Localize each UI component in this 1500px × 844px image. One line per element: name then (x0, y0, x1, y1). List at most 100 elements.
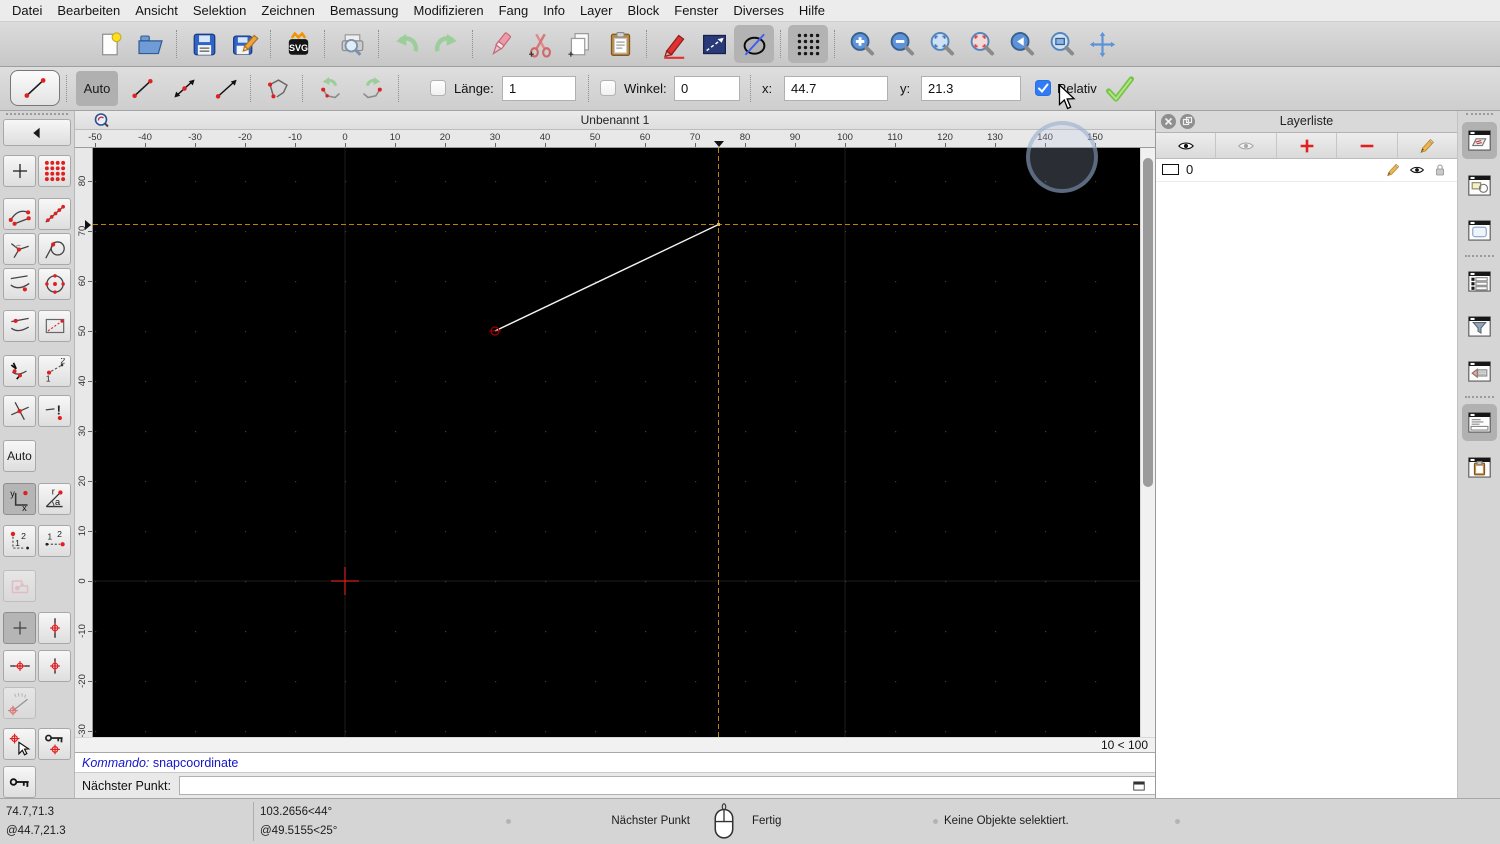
polyline-button[interactable] (258, 72, 298, 105)
angle-input[interactable] (674, 76, 740, 101)
toggle-command-area-button[interactable] (1129, 777, 1149, 794)
zoom-in-button[interactable] (842, 25, 882, 63)
toggle-clipboard-button[interactable] (1462, 449, 1497, 486)
straight-point-button[interactable]: 12 (38, 525, 71, 557)
menu-zeichnen[interactable]: Zeichnen (261, 3, 314, 18)
hide-all-layers-button[interactable] (1216, 133, 1277, 158)
show-all-layers-button[interactable] (1156, 133, 1217, 158)
draw-button[interactable] (654, 25, 694, 63)
snap-reference-button[interactable] (38, 310, 71, 342)
snap-center-button[interactable] (38, 268, 71, 300)
relative-zero-lock-button[interactable] (3, 766, 36, 798)
zoom-auto-button[interactable] (922, 25, 962, 63)
back-button[interactable] (3, 119, 71, 146)
zoom-previous-button[interactable] (1002, 25, 1042, 63)
menu-ansicht[interactable]: Ansicht (135, 3, 178, 18)
undo-button[interactable] (386, 25, 426, 63)
copy-button[interactable] (560, 25, 600, 63)
menu-bemassung[interactable]: Bemassung (330, 3, 399, 18)
snap-grid-button[interactable] (38, 155, 71, 187)
coordinate-polar-button[interactable]: ra (38, 483, 71, 515)
drawing-canvas[interactable] (93, 148, 1140, 737)
length-checkbox[interactable] (430, 80, 446, 96)
snap-endpoints-button[interactable] (3, 198, 36, 230)
restrict-horizontal-button[interactable] (3, 650, 36, 682)
cut-button[interactable] (520, 25, 560, 63)
x-input[interactable] (784, 76, 888, 101)
undo-segment-button[interactable] (310, 72, 350, 105)
y-input[interactable] (921, 76, 1021, 101)
restrict-vertical-alt-button[interactable] (38, 650, 71, 682)
new-file-button[interactable] (90, 25, 130, 63)
vertical-scrollbar[interactable] (1140, 148, 1155, 737)
snap-distance-from-entity-button[interactable] (3, 268, 36, 300)
add-layer-button[interactable] (1277, 133, 1338, 158)
delete-button[interactable] (480, 25, 520, 63)
snap-auto-button[interactable]: Auto (3, 440, 36, 472)
menu-layer[interactable]: Layer (580, 3, 613, 18)
menu-selektion[interactable]: Selektion (193, 3, 246, 18)
scrollbar-thumb[interactable] (1143, 158, 1153, 487)
infinite-line-button[interactable] (164, 72, 204, 105)
save-as-button[interactable] (224, 25, 264, 63)
toggle-views-button[interactable] (1462, 212, 1497, 249)
pan-button[interactable] (1082, 25, 1122, 63)
redo-button[interactable] (426, 25, 466, 63)
layer-row[interactable]: 0 (1156, 159, 1457, 182)
toggle-selection-filter-button[interactable] (1462, 308, 1497, 345)
ray-button[interactable] (206, 72, 246, 105)
layer-lock-button[interactable] (1432, 162, 1448, 178)
corner-point-button[interactable]: 12 (3, 525, 36, 557)
dock-handle[interactable] (1466, 113, 1493, 115)
snap-middle-button[interactable] (3, 310, 36, 342)
lock-relative-zero-button[interactable] (38, 728, 71, 760)
menu-datei[interactable]: Datei (12, 3, 42, 18)
redo-segment-button[interactable] (352, 72, 392, 105)
coordinate-cartesian-button[interactable]: yx (3, 483, 36, 515)
snap-auto-intersection-button[interactable] (3, 355, 36, 387)
restrict-vertical-button[interactable] (38, 612, 71, 644)
snap-intersection-manual-button[interactable]: ! (38, 395, 71, 427)
toggle-property-editor-button[interactable] (1462, 263, 1497, 300)
layer-edit-button[interactable] (1385, 162, 1401, 178)
open-file-button[interactable] (130, 25, 170, 63)
remove-layer-button[interactable] (1337, 133, 1398, 158)
snap-on-entity-button[interactable] (38, 198, 71, 230)
set-relative-zero-button[interactable] (3, 728, 36, 760)
length-input[interactable] (502, 76, 576, 101)
edit-selection-button[interactable] (694, 25, 734, 63)
toggle-grid-button[interactable] (788, 25, 828, 63)
toolbar-handle[interactable] (6, 113, 68, 115)
menu-bearbeiten[interactable]: Bearbeiten (57, 3, 120, 18)
angle-checkbox[interactable] (600, 80, 616, 96)
line-two-points-button[interactable] (122, 72, 162, 105)
restrict-off-button[interactable] (3, 612, 36, 644)
menu-fang[interactable]: Fang (499, 3, 529, 18)
toggle-layer-list-button[interactable] (1462, 122, 1497, 159)
undock-panel-button[interactable] (1180, 113, 1195, 129)
menu-block[interactable]: Block (627, 3, 659, 18)
menu-diverses[interactable]: Diverses (733, 3, 784, 18)
paste-button[interactable] (600, 25, 640, 63)
edit-layer-button[interactable] (1398, 133, 1457, 158)
zoom-window-button[interactable] (1042, 25, 1082, 63)
relative-checkbox[interactable] (1035, 80, 1051, 96)
save-button[interactable] (184, 25, 224, 63)
svg-export-button[interactable]: SVG (278, 25, 318, 63)
current-tool-line-button[interactable] (10, 70, 60, 106)
confirm-button[interactable] (1100, 72, 1140, 105)
toggle-block-list-button[interactable] (1462, 167, 1497, 204)
menu-hilfe[interactable]: Hilfe (799, 3, 825, 18)
zoom-selection-button[interactable] (962, 25, 1002, 63)
layer-visibility-button[interactable] (1409, 162, 1425, 178)
auto-line-mode-button[interactable]: Auto (76, 71, 118, 106)
menu-fenster[interactable]: Fenster (674, 3, 718, 18)
snap-distances-button[interactable]: 12 (38, 355, 71, 387)
draw-ellipse-button[interactable] (734, 25, 774, 63)
snap-perpendicular-button[interactable] (3, 233, 36, 265)
snap-intersection-button[interactable] (3, 395, 36, 427)
close-panel-button[interactable] (1161, 113, 1176, 129)
command-input[interactable] (179, 776, 1169, 795)
menu-info[interactable]: Info (543, 3, 565, 18)
toggle-command-line-button[interactable] (1462, 404, 1497, 441)
